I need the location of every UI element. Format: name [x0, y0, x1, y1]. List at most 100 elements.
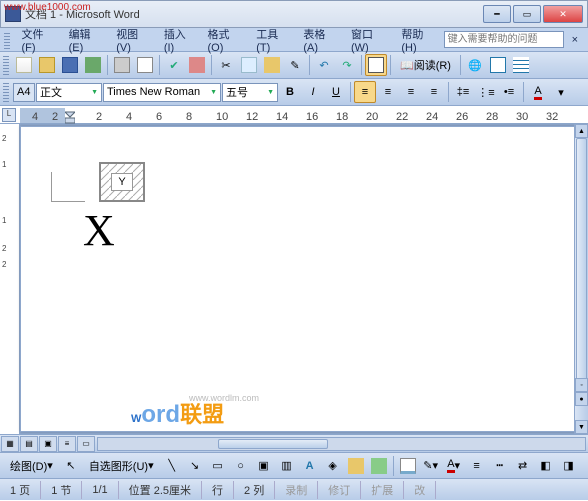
shadow-button[interactable]: ◧ — [535, 455, 557, 477]
status-rec[interactable]: 录制 — [275, 481, 318, 499]
indent-marker[interactable] — [65, 108, 75, 124]
menu-tools[interactable]: 工具(T) — [250, 24, 295, 56]
menu-table[interactable]: 表格(A) — [297, 24, 343, 56]
bold-button[interactable]: B — [279, 81, 301, 103]
align-right-button[interactable]: ≡ — [400, 81, 422, 103]
window-title: 文档 1 - Microsoft Word — [25, 6, 483, 22]
underline-button[interactable]: U — [325, 81, 347, 103]
style-indicator-combo[interactable]: A4 — [13, 83, 35, 102]
cut-button[interactable]: ✂ — [215, 54, 237, 76]
hyperlink-button[interactable]: 🌐 — [464, 54, 486, 76]
normal-view-button[interactable]: ▦ — [1, 436, 19, 452]
arrow-button[interactable]: ↘ — [184, 455, 206, 477]
doc-close-button[interactable]: × — [566, 32, 584, 48]
toolbar-options-button[interactable]: ▾ — [550, 81, 572, 103]
fill-color-button[interactable] — [397, 455, 419, 477]
vertical-ruler[interactable]: 2 1 1 2 2 — [0, 124, 20, 434]
web-view-button[interactable]: ▤ — [20, 436, 38, 452]
status-ext[interactable]: 扩展 — [361, 481, 404, 499]
numbering-button[interactable]: ⋮≡ — [475, 81, 497, 103]
italic-button[interactable]: I — [302, 81, 324, 103]
research-button[interactable] — [186, 54, 208, 76]
spelling-button[interactable]: ✔ — [163, 54, 185, 76]
3d-button[interactable]: ◨ — [558, 455, 580, 477]
select-objects-button[interactable]: ↖ — [60, 455, 82, 477]
toolbar-grip-2[interactable] — [3, 82, 9, 102]
permissions-button[interactable] — [82, 54, 104, 76]
tab-selector[interactable]: L — [2, 108, 16, 122]
maximize-button[interactable]: ▭ — [513, 5, 541, 23]
textbox-content[interactable]: Y — [111, 173, 132, 191]
bullets-button[interactable]: •≡ — [498, 81, 520, 103]
textbox-button[interactable]: ▣ — [253, 455, 275, 477]
align-justify-button[interactable]: ≡ — [423, 81, 445, 103]
selected-textbox[interactable]: Y — [99, 162, 145, 202]
scroll-down-button[interactable]: ▼ — [575, 420, 588, 434]
print-view-button[interactable]: ▣ — [39, 436, 57, 452]
menu-view[interactable]: 视图(V) — [110, 24, 156, 56]
copy-button[interactable] — [238, 54, 260, 76]
menu-window[interactable]: 窗口(W) — [345, 24, 393, 56]
status-rev[interactable]: 修订 — [318, 481, 361, 499]
close-button[interactable]: ✕ — [543, 5, 583, 23]
menu-file[interactable]: 文件(F) — [16, 24, 61, 56]
scroll-thumb[interactable] — [576, 138, 587, 384]
save-button[interactable] — [59, 54, 81, 76]
picture-button[interactable] — [368, 455, 390, 477]
horizontal-ruler[interactable]: L 4 2 2 4 6 8 10 12 14 16 18 20 22 24 26… — [0, 106, 588, 124]
vertical-textbox-button[interactable]: ▥ — [276, 455, 298, 477]
horizontal-scrollbar[interactable] — [97, 437, 586, 451]
tables-button[interactable] — [487, 54, 509, 76]
undo-button[interactable]: ↶ — [313, 54, 335, 76]
document-page[interactable]: Y X www.wordlm.com Word联盟 — [20, 126, 586, 432]
redo-button[interactable]: ↷ — [336, 54, 358, 76]
menubar-grip[interactable] — [4, 31, 10, 49]
help-search-input[interactable] — [444, 31, 564, 48]
menu-edit[interactable]: 编辑(E) — [63, 24, 109, 56]
browse-object-button[interactable]: ● — [575, 392, 588, 406]
reading-view-button[interactable]: ▭ — [77, 436, 95, 452]
print-button[interactable] — [111, 54, 133, 76]
clipart-button[interactable] — [345, 455, 367, 477]
font-combo[interactable]: Times New Roman▼ — [103, 83, 221, 102]
prev-page-button[interactable]: ◦ — [575, 378, 588, 392]
paste-button[interactable] — [261, 54, 283, 76]
reading-label: 阅读(R) — [414, 57, 451, 73]
open-button[interactable] — [36, 54, 58, 76]
wordart-button[interactable]: A — [299, 455, 321, 477]
arrow-style-button[interactable]: ⇄ — [512, 455, 534, 477]
rectangle-button[interactable]: ▭ — [207, 455, 229, 477]
toolbar-grip[interactable] — [3, 55, 9, 75]
line-spacing-button[interactable]: ‡≡ — [452, 81, 474, 103]
line-color-button[interactable]: ✎▾ — [420, 455, 442, 477]
new-doc-button[interactable] — [13, 54, 35, 76]
font-color-draw-button[interactable]: A▾ — [443, 455, 465, 477]
dash-style-button[interactable]: ┅ — [489, 455, 511, 477]
minimize-button[interactable]: ━ — [483, 5, 511, 23]
hscroll-thumb[interactable] — [218, 439, 328, 449]
style-combo[interactable]: 正文▼ — [36, 83, 102, 102]
font-color-button[interactable]: A — [527, 81, 549, 103]
menu-help[interactable]: 帮助(H) — [395, 24, 441, 56]
align-center-button[interactable]: ≡ — [377, 81, 399, 103]
insert-textbox-button[interactable] — [365, 54, 387, 76]
status-ovr[interactable]: 改 — [404, 481, 436, 499]
diagram-button[interactable]: ◈ — [322, 455, 344, 477]
insert-table-button[interactable] — [510, 54, 532, 76]
autoshapes-button[interactable]: 自选图形(U) ▾ — [83, 455, 160, 477]
align-left-button[interactable]: ≡ — [354, 81, 376, 103]
line-style-button[interactable]: ≡ — [466, 455, 488, 477]
vertical-scrollbar[interactable]: ▲ ◦ ● ▼ — [574, 124, 588, 434]
menu-insert[interactable]: 插入(I) — [158, 24, 200, 56]
reading-layout-button[interactable]: 📖 阅读(R) — [394, 54, 457, 76]
font-size-combo[interactable]: 五号▼ — [222, 83, 278, 102]
scroll-up-button[interactable]: ▲ — [575, 124, 588, 138]
line-button[interactable]: ╲ — [161, 455, 183, 477]
oval-button[interactable]: ○ — [230, 455, 252, 477]
outline-view-button[interactable]: ≡ — [58, 436, 76, 452]
document-text[interactable]: X — [83, 205, 115, 256]
print-preview-button[interactable] — [134, 54, 156, 76]
draw-menu-button[interactable]: 绘图(D) ▾ — [4, 455, 59, 477]
format-painter-button[interactable]: ✎ — [284, 54, 306, 76]
menu-format[interactable]: 格式(O) — [202, 24, 249, 56]
